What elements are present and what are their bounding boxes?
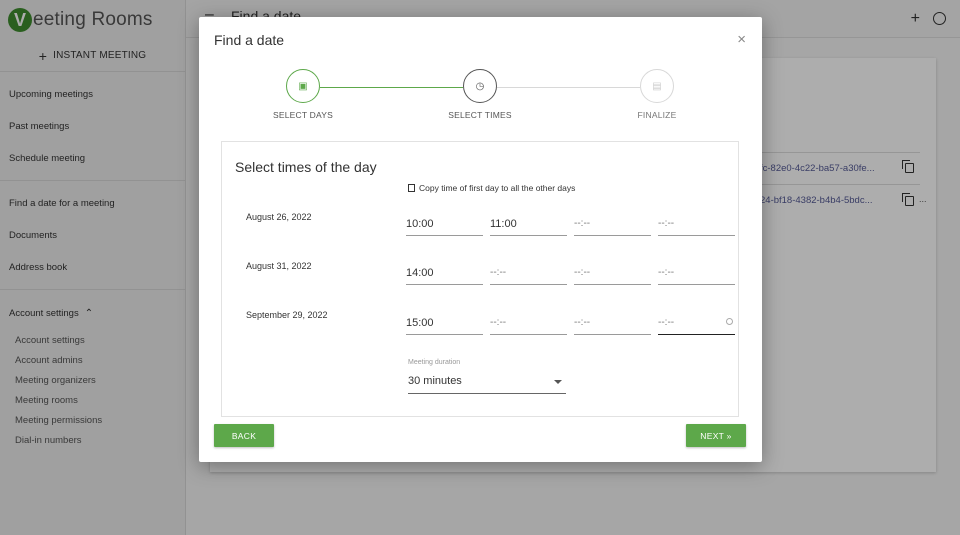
step-label: FINALIZE <box>637 110 677 120</box>
copy-icon <box>408 184 415 192</box>
step-select-times: ◷ SELECT TIMES <box>420 69 540 120</box>
calendar-check-icon: ▣ <box>286 69 320 103</box>
duration-select[interactable]: 30 minutes <box>408 372 566 394</box>
step-label: SELECT TIMES <box>448 110 512 120</box>
time-input[interactable]: --:-- <box>658 212 735 236</box>
back-button[interactable]: BACK <box>214 424 274 447</box>
time-input[interactable]: --:-- <box>574 212 651 236</box>
panel-title: Select times of the day <box>235 159 377 175</box>
stepper: ▣ SELECT DAYS ◷ SELECT TIMES ▤ FINALIZE <box>199 69 762 129</box>
time-input[interactable]: 14:00 <box>406 261 483 285</box>
day-label: August 31, 2022 <box>246 261 312 271</box>
copy-times-label: Copy time of first day to all the other … <box>419 183 576 193</box>
duration-label: Meeting duration <box>408 359 461 366</box>
duration-value: 30 minutes <box>408 375 462 387</box>
caret-down-icon <box>554 380 562 384</box>
step-finalize: ▤ FINALIZE <box>597 69 717 120</box>
time-input-focused[interactable]: --:-- <box>658 311 735 335</box>
find-date-dialog: Find a date × ▣ SELECT DAYS ◷ SELECT TIM… <box>199 17 762 462</box>
time-value: --:-- <box>658 317 675 328</box>
time-input[interactable]: --:-- <box>490 261 567 285</box>
step-select-days: ▣ SELECT DAYS <box>243 69 363 120</box>
time-input[interactable]: --:-- <box>490 311 567 335</box>
next-button[interactable]: NEXT » <box>686 424 746 447</box>
time-input[interactable]: --:-- <box>658 261 735 285</box>
time-input[interactable]: 15:00 <box>406 311 483 335</box>
day-label: August 26, 2022 <box>246 212 312 222</box>
day-label: September 29, 2022 <box>246 310 328 320</box>
finalize-icon: ▤ <box>640 69 674 103</box>
close-icon[interactable]: × <box>737 31 746 48</box>
time-input[interactable]: 10:00 <box>406 212 483 236</box>
clear-icon[interactable] <box>726 318 733 325</box>
dialog-title: Find a date <box>214 32 285 48</box>
copy-times-link[interactable]: Copy time of first day to all the other … <box>408 183 575 193</box>
step-label: SELECT DAYS <box>273 110 333 120</box>
times-panel: Select times of the day Copy time of fir… <box>221 141 739 417</box>
time-input[interactable]: 11:00 <box>490 212 567 236</box>
time-input[interactable]: --:-- <box>574 261 651 285</box>
watch-icon: ◷ <box>463 69 497 103</box>
time-input[interactable]: --:-- <box>574 311 651 335</box>
